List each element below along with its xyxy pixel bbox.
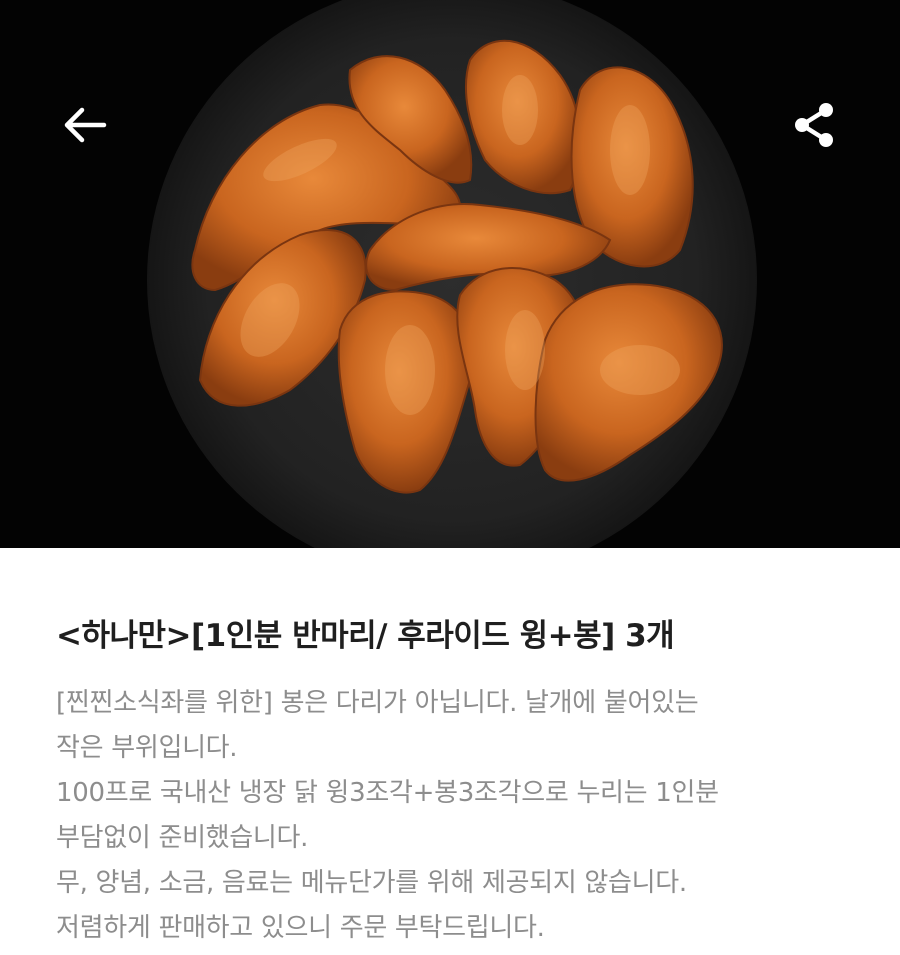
share-button[interactable] (780, 90, 850, 160)
share-icon (795, 103, 833, 147)
description-line: 부담없이 준비했습니다. (56, 823, 309, 853)
description-line: [찐찐소식좌를 위한] 봉은 다리가 아닙니다. 날개에 붙어있는 (56, 688, 699, 718)
description-line: 100프로 국내산 냉장 닭 윙3조각+봉3조각으로 누리는 1인분 (56, 778, 719, 808)
product-info: <하나만>[1인분 반마리/ 후라이드 윙+봉] 3개 [찐찐소식좌를 위한] … (0, 610, 900, 951)
product-title: <하나만>[1인분 반마리/ 후라이드 윙+봉] 3개 (56, 618, 675, 654)
description-line: 무, 양념, 소금, 음료는 메뉴단가를 위해 제공되지 않습니다. (56, 868, 687, 898)
product-hero-image (0, 0, 900, 548)
arrow-left-icon (64, 107, 107, 143)
product-description: [찐찐소식좌를 위한] 봉은 다리가 아닙니다. 날개에 붙어있는 작은 부위입… (56, 681, 844, 951)
back-button[interactable] (50, 90, 120, 160)
fried-chicken-photo (0, 0, 900, 548)
description-line: 저렴하게 판매하고 있으니 주문 부탁드립니다. (56, 913, 545, 943)
description-line: 작은 부위입니다. (56, 733, 238, 763)
